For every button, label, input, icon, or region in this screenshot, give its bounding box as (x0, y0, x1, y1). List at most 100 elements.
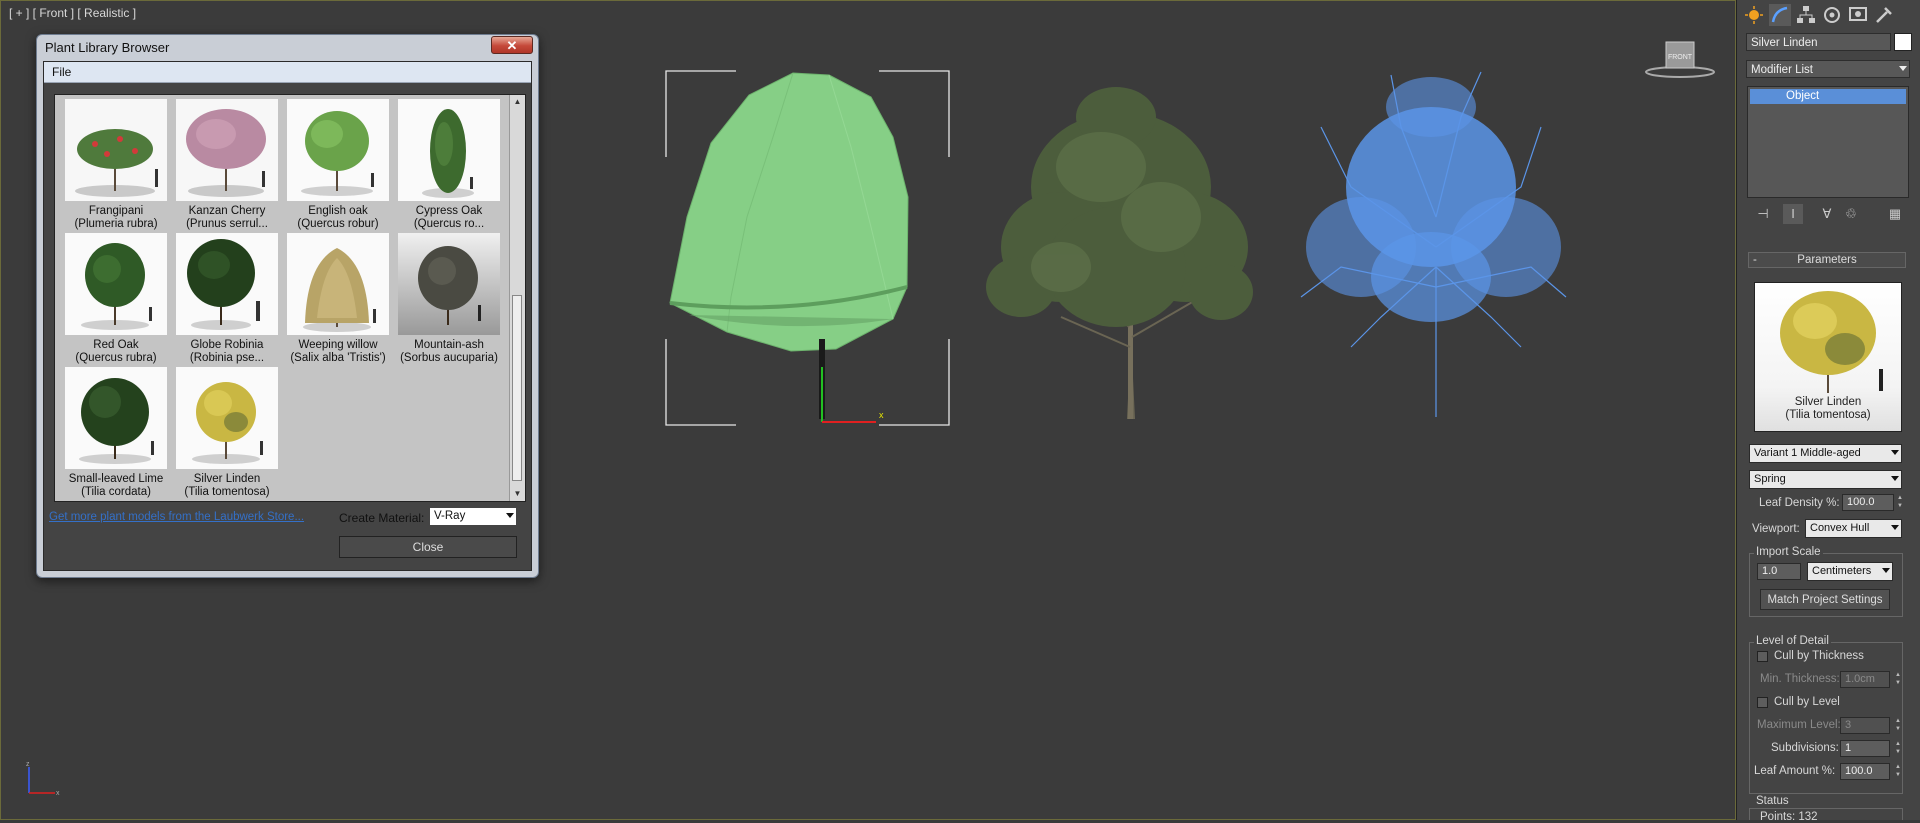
plant-latin: (Quercus rubra) (75, 352, 157, 364)
max-level-label: Maximum Level: (1757, 719, 1841, 731)
axis-gizmo-icon: z x (26, 761, 60, 797)
svg-text:x: x (56, 790, 60, 797)
parameters-rollout-header[interactable]: - Parameters (1748, 252, 1906, 268)
parameters-title: Parameters (1797, 254, 1857, 266)
modifier-list-dropdown[interactable]: Modifier List (1746, 60, 1910, 78)
plant-preview: Silver Linden (Tilia tomentosa) (1754, 282, 1902, 432)
scroll-thumb[interactable] (512, 295, 522, 481)
spinner-arrows-icon[interactable]: ▲ ▼ (1894, 763, 1902, 780)
store-link[interactable]: Get more plant models from the Laubwerk … (49, 511, 304, 523)
spinner-arrows-icon[interactable]: ▲ ▼ (1894, 717, 1902, 734)
chevron-down-icon (506, 513, 514, 518)
cull-by-level-checkbox[interactable] (1757, 697, 1768, 708)
create-tab-icon[interactable] (1743, 4, 1765, 26)
motion-tab-icon[interactable] (1821, 4, 1843, 26)
menu-file[interactable]: File (52, 65, 71, 79)
spinner-arrows-icon[interactable]: ▲ ▼ (1894, 740, 1902, 757)
viewport-mode-value: Convex Hull (1810, 522, 1870, 534)
points-readout: Points: 132 (1760, 811, 1818, 823)
scroll-up-icon[interactable]: ▲ (510, 95, 525, 109)
cull-by-thickness-checkbox[interactable] (1757, 651, 1768, 662)
status-title: Status (1754, 795, 1791, 807)
subdivisions-label: Subdivisions: (1771, 742, 1839, 754)
preview-plant-latin: (Tilia tomentosa) (1785, 409, 1871, 421)
import-scale-input[interactable]: 1.0 (1757, 563, 1801, 580)
modifier-stack[interactable]: Object (1747, 86, 1909, 198)
make-unique-icon[interactable]: ∀ (1817, 204, 1837, 224)
scroll-down-icon[interactable]: ▼ (510, 487, 525, 501)
svg-text:z: z (26, 761, 30, 768)
plant-image-mountain-ash (398, 233, 500, 335)
viewcube-icon[interactable]: FRONT (1644, 38, 1716, 82)
plant-latin: (Robinia pse... (189, 352, 265, 364)
svg-text:x: x (879, 410, 884, 420)
stack-tools: ⊣ I ∀ ♲ ▦ (1747, 204, 1909, 224)
spinner-arrows-icon[interactable]: ▲ ▼ (1896, 494, 1904, 511)
min-thickness-spinner[interactable]: 1.0cm (1840, 671, 1890, 688)
plant-grid[interactable]: Frangipani (Plumeria rubra) Kanzan Cherry… (54, 94, 526, 502)
subdivisions-spinner[interactable]: 1 (1840, 740, 1890, 757)
plant-latin: (Salix alba 'Tristis') (290, 352, 386, 364)
utilities-tab-icon[interactable] (1873, 4, 1895, 26)
realistic-tree[interactable] (971, 67, 1261, 429)
chevron-down-icon (1882, 568, 1890, 573)
convex-hull-tree[interactable]: x (661, 67, 951, 429)
plant-image-globe-robinia (176, 233, 278, 335)
object-color-swatch[interactable] (1894, 33, 1912, 51)
leaf-amount-spinner[interactable]: 100.0 (1840, 763, 1890, 780)
command-tabs (1743, 4, 1915, 26)
close-button[interactable]: Close (339, 536, 517, 558)
plant-name: Weeping willow (298, 339, 378, 351)
plant-preview-image (1780, 291, 1883, 393)
import-scale-unit-dropdown[interactable]: Centimeters (1807, 562, 1893, 581)
plant-name: Red Oak (93, 339, 139, 351)
leaf-density-spinner[interactable]: 100.0 (1842, 494, 1894, 511)
import-scale-title: Import Scale (1754, 546, 1823, 558)
remove-modifier-icon[interactable]: ♲ (1841, 204, 1861, 224)
preview-plant-name: Silver Linden (1794, 396, 1862, 408)
display-tab-icon[interactable] (1847, 4, 1869, 26)
leaf-density-label: Leaf Density %: (1759, 497, 1840, 509)
dialog-close-icon[interactable]: ✕ (491, 36, 533, 54)
plant-name: Cypress Oak (415, 205, 483, 217)
spinner-arrows-icon[interactable]: ▲ ▼ (1894, 671, 1902, 688)
chevron-down-icon (1899, 66, 1907, 71)
configure-sets-icon[interactable]: ▦ (1885, 204, 1905, 224)
plant-name: Globe Robinia (190, 339, 264, 351)
chevron-down-icon (1891, 476, 1899, 481)
plant-image-kanzan-cherry (176, 99, 278, 201)
plant-library-dialog[interactable]: Plant Library Browser ✕ File Frangipani(… (36, 34, 539, 578)
plant-grid-scrollbar[interactable]: ▲ ▼ (509, 95, 525, 501)
plant-latin: (Prunus serrul... (186, 218, 268, 230)
max-level-spinner[interactable]: 3 (1840, 717, 1890, 734)
cull-by-level-label: Cull by Level (1774, 696, 1840, 708)
modify-tab-icon[interactable] (1769, 4, 1791, 26)
pin-stack-icon[interactable]: ⊣ (1753, 204, 1773, 224)
dialog-body: File Frangipani (Plumeria rubra) Kanzan C… (43, 61, 532, 571)
plant-latin: (Plumeria rubra) (74, 218, 158, 230)
rollout-collapse-icon: - (1753, 254, 1757, 266)
object-name-field[interactable]: Silver Linden (1746, 33, 1891, 51)
wireframe-tree[interactable] (1281, 67, 1571, 429)
viewport-mode-dropdown[interactable]: Convex Hull (1805, 519, 1902, 538)
create-material-select[interactable]: V-Ray (429, 507, 517, 526)
min-thickness-label: Min. Thickness: (1760, 673, 1840, 685)
show-end-result-icon[interactable]: I (1783, 204, 1803, 224)
viewport-label[interactable]: [ + ] [ Front ] [ Realistic ] (9, 6, 136, 20)
plant-latin: (Tilia cordata) (81, 486, 151, 498)
cull-by-thickness-label: Cull by Thickness (1774, 650, 1864, 662)
chevron-down-icon (1891, 450, 1899, 455)
plant-image-red-oak (65, 233, 167, 335)
plant-name: English oak (308, 205, 368, 217)
stack-item-object[interactable]: Object (1750, 89, 1906, 104)
season-dropdown[interactable]: Spring (1749, 470, 1902, 489)
import-scale-unit-value: Centimeters (1812, 565, 1872, 577)
variant-dropdown[interactable]: Variant 1 Middle-aged (1749, 444, 1902, 463)
lod-title: Level of Detail (1754, 635, 1831, 647)
plant-latin: (Quercus ro... (413, 218, 485, 230)
create-material-label: Create Material: (339, 511, 425, 525)
variant-value: Variant 1 Middle-aged (1754, 447, 1861, 459)
match-project-settings-button[interactable]: Match Project Settings (1760, 589, 1890, 610)
hierarchy-tab-icon[interactable] (1795, 4, 1817, 26)
plant-image-silver-linden (176, 367, 278, 469)
